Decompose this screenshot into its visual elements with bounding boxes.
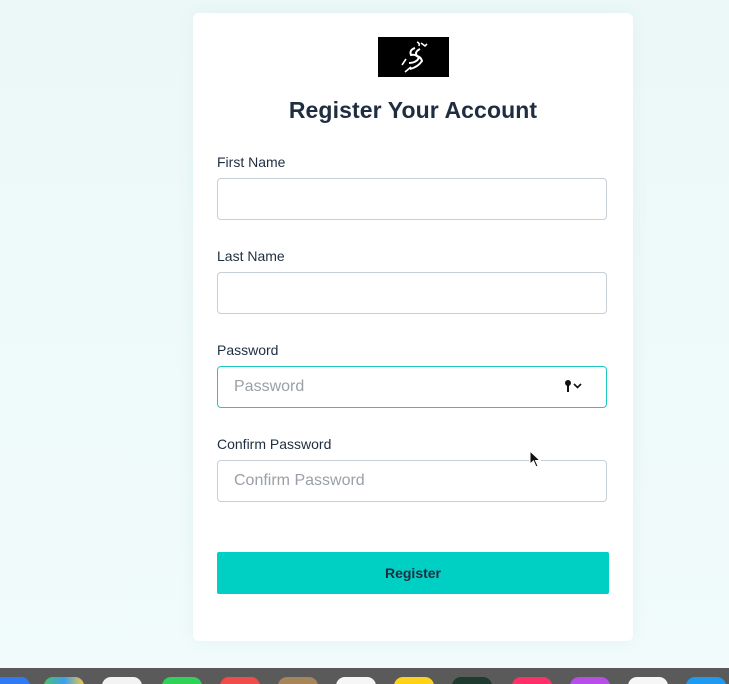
password-label: Password: [217, 342, 279, 358]
podcasts-icon[interactable]: [570, 677, 610, 684]
password-field[interactable]: [217, 366, 607, 408]
last-name-field[interactable]: [217, 272, 607, 314]
app-store-icon[interactable]: [686, 677, 726, 684]
register-card: Register Your Account First Name Last Na…: [193, 13, 633, 641]
calendar-icon[interactable]: [220, 677, 260, 684]
music-icon[interactable]: [512, 677, 552, 684]
page: Register Your Account First Name Last Na…: [0, 0, 729, 684]
runner-logo-icon: [400, 41, 428, 73]
runner-logo: [378, 37, 449, 77]
first-name-field[interactable]: [217, 178, 607, 220]
photos-icon[interactable]: [102, 677, 142, 684]
page-title: Register Your Account: [288, 97, 538, 123]
mouse-pointer-icon: [529, 450, 541, 468]
app-icon-white[interactable]: [336, 677, 376, 684]
messages-icon[interactable]: [162, 677, 202, 684]
register-button[interactable]: Register: [217, 552, 609, 594]
password-manager-key-icon: [565, 380, 582, 392]
app-icon-light[interactable]: [628, 677, 668, 684]
confirm-password-field[interactable]: [217, 460, 607, 502]
app-icon-brown[interactable]: [278, 677, 318, 684]
key-icon[interactable]: [564, 379, 584, 393]
first-name-label: First Name: [217, 154, 286, 170]
notes-icon[interactable]: [394, 677, 434, 684]
last-name-label: Last Name: [217, 248, 285, 264]
maps-icon[interactable]: [44, 677, 84, 684]
confirm-password-label: Confirm Password: [217, 436, 332, 452]
app-icon-dark[interactable]: [452, 677, 492, 684]
app-icon-blue[interactable]: [0, 677, 30, 684]
dock: [0, 668, 729, 684]
